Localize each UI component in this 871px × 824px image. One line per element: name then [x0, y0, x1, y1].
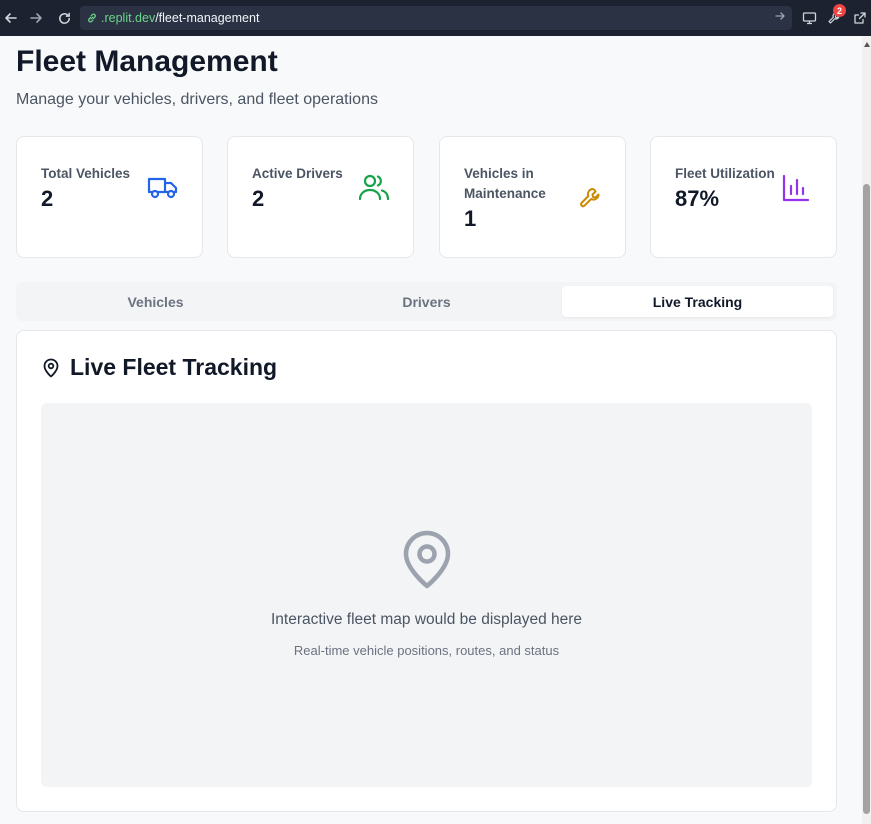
tab-drivers[interactable]: Drivers: [291, 286, 562, 317]
stat-label: Active Drivers: [252, 166, 343, 181]
page-title: Fleet Management: [16, 45, 278, 78]
stat-label: Fleet Utilization: [675, 166, 775, 181]
devices-icon[interactable]: [798, 7, 820, 29]
scroll-up-arrow-icon[interactable]: [864, 42, 870, 47]
users-icon: [358, 172, 390, 207]
live-tracking-panel: Live Fleet Tracking Interactive fleet ma…: [16, 330, 837, 812]
page-subtitle: Manage your vehicles, drivers, and fleet…: [16, 91, 378, 108]
tab-list: Vehicles Drivers Live Tracking: [16, 282, 837, 321]
scrollbar-thumb[interactable]: [863, 184, 870, 814]
tab-vehicles[interactable]: Vehicles: [20, 286, 291, 317]
stat-label: Total Vehicles: [41, 166, 131, 181]
map-placeholder[interactable]: Interactive fleet map would be displayed…: [41, 403, 812, 787]
stat-label: Vehicles in Maintenance: [464, 166, 546, 201]
go-arrow-icon[interactable]: [774, 10, 786, 25]
tab-live-tracking[interactable]: Live Tracking: [562, 286, 833, 317]
panel-title: Live Fleet Tracking: [70, 354, 278, 380]
stat-card-active-drivers: Active Drivers 2: [227, 136, 414, 258]
address-bar[interactable]: .replit.dev/fleet-management: [80, 6, 792, 30]
link-icon: [86, 12, 98, 24]
bar-chart-icon: [781, 173, 811, 208]
stat-value: 2: [252, 186, 265, 211]
browser-toolbar: .replit.dev/fleet-management 2: [0, 0, 871, 36]
forward-arrow-icon[interactable]: [25, 7, 47, 29]
stat-card-total-vehicles: Total Vehicles 2: [16, 136, 203, 258]
map-pin-icon: [42, 358, 60, 383]
notification-badge: 2: [833, 4, 846, 17]
wrench-icon: [578, 186, 602, 215]
open-external-icon[interactable]: [849, 7, 871, 29]
back-arrow-icon[interactable]: [0, 7, 22, 29]
map-pin-icon: [402, 530, 452, 595]
url-domain: .replit.dev: [101, 11, 156, 25]
stat-value: 1: [464, 206, 477, 231]
map-message: Interactive fleet map would be displayed…: [270, 611, 583, 628]
stat-card-fleet-utilization: Fleet Utilization 87%: [650, 136, 837, 258]
url-path: /fleet-management: [155, 11, 260, 25]
stat-card-maintenance: Vehicles in Maintenance 1: [439, 136, 626, 258]
map-submessage: Real-time vehicle positions, routes, and…: [293, 643, 560, 658]
stat-value: 87%: [675, 186, 720, 211]
truck-icon: [147, 173, 179, 206]
reload-icon[interactable]: [53, 7, 75, 29]
stat-value: 2: [41, 186, 54, 211]
